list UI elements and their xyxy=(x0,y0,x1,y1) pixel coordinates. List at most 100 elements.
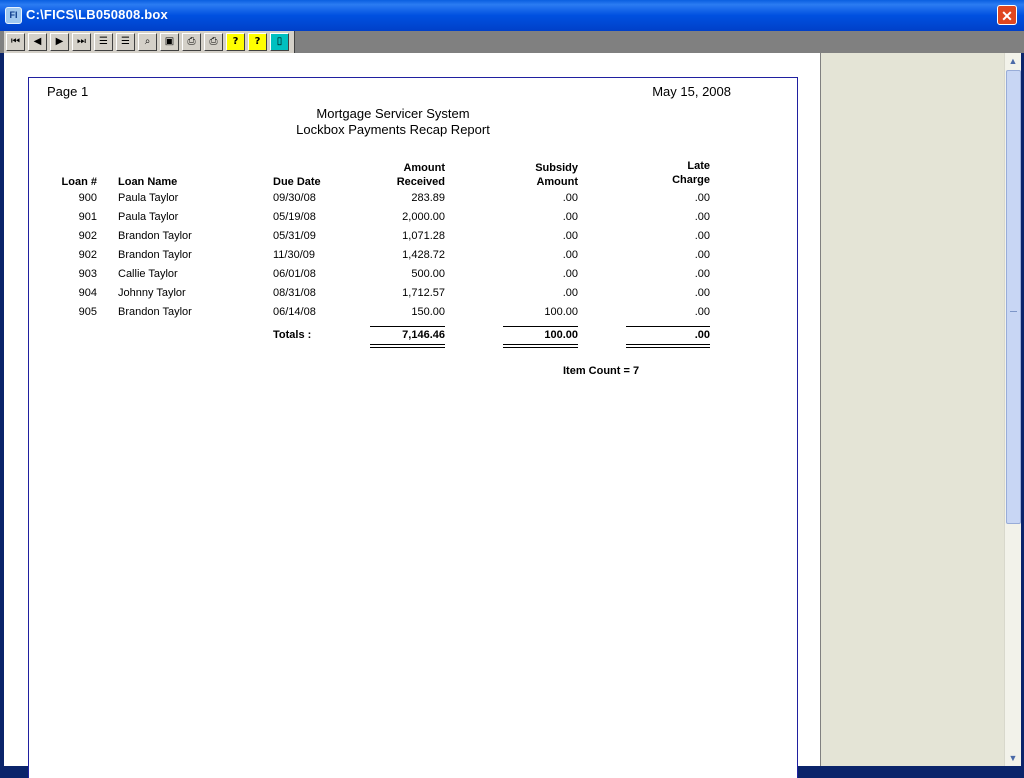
help-topics-icon: ? xyxy=(254,36,261,47)
cell-late-charge: .00 xyxy=(694,287,710,299)
cell-loan-number: 905 xyxy=(78,306,97,318)
cell-loan-name: Paula Taylor xyxy=(118,211,179,223)
amount-subtotal-rule xyxy=(370,326,445,327)
cell-due-date: 08/31/08 xyxy=(273,287,316,299)
cell-amount-received: 500.00 xyxy=(411,268,445,280)
cell-subsidy-amount: .00 xyxy=(562,211,578,223)
cell-late-charge: .00 xyxy=(694,192,710,204)
cell-amount-received: 1,071.28 xyxy=(402,230,445,242)
print-setup-button[interactable]: ⎙ xyxy=(182,33,201,51)
cell-due-date: 11/30/09 xyxy=(273,249,316,261)
next-page-button[interactable]: ▶ xyxy=(50,33,69,51)
cell-due-date: 06/01/08 xyxy=(273,268,316,280)
report-page: Page 1 May 15, 2008 Mortgage Servicer Sy… xyxy=(28,77,798,778)
document-viewer-icon[interactable]: FI xyxy=(5,7,22,24)
subsidy-total-double-rule xyxy=(503,344,578,348)
report-date: May 15, 2008 xyxy=(652,84,731,99)
cell-amount-received: 283.89 xyxy=(411,192,445,204)
scroll-up-arrow-icon[interactable]: ▲ xyxy=(1005,53,1021,69)
title-bar[interactable]: FI C:\FICS\LB050808.box ✕ xyxy=(0,0,1024,31)
cell-subsidy-amount: .00 xyxy=(562,192,578,204)
page-button[interactable]: ☰ xyxy=(94,33,113,51)
report-title: Mortgage Servicer System xyxy=(316,106,470,121)
find-button[interactable]: ⌕ xyxy=(138,33,157,51)
amount-total-double-rule xyxy=(370,344,445,348)
cell-loan-number: 903 xyxy=(78,268,97,280)
help-button[interactable]: ? xyxy=(226,33,245,51)
first-page-button[interactable]: ⏮ xyxy=(6,33,25,51)
toolbar: ⏮ ◀ ▶ ⏭ ☰ ☰ ⌕ ▣ ⎙ ⎙?? ▯ xyxy=(0,31,1024,53)
subsidy-subtotal-rule xyxy=(503,326,578,327)
viewer-background-pane xyxy=(821,53,1004,766)
print-button[interactable]: ⎙ xyxy=(204,33,223,51)
help-topics-button[interactable]: ? xyxy=(248,33,267,51)
viewer-client-area: Page 1 May 15, 2008 Mortgage Servicer Sy… xyxy=(4,53,1021,778)
scroll-down-arrow-icon[interactable]: ▼ xyxy=(1005,750,1021,766)
cell-late-charge: .00 xyxy=(694,230,710,242)
prev-page-icon: ◀ xyxy=(33,36,42,47)
total-subsidy: 100.00 xyxy=(544,329,578,341)
window-title: C:\FICS\LB050808.box xyxy=(26,7,168,22)
cell-amount-received: 1,428.72 xyxy=(402,249,445,261)
item-count: Item Count = 7 xyxy=(563,365,640,377)
cell-loan-number: 902 xyxy=(78,249,97,261)
cell-due-date: 05/31/09 xyxy=(273,230,316,242)
header-amount-line2: Received xyxy=(396,176,445,188)
first-page-icon: ⏮ xyxy=(11,36,20,47)
cell-due-date: 05/19/08 xyxy=(273,211,316,223)
cell-amount-received: 1,712.57 xyxy=(402,287,445,299)
cell-subsidy-amount: .00 xyxy=(562,287,578,299)
exit-icon: ▯ xyxy=(276,36,283,47)
print-icon: ⎙ xyxy=(209,36,218,47)
total-late-charge: .00 xyxy=(694,329,710,341)
exit-button[interactable]: ▯ xyxy=(270,33,289,51)
report-subtitle: Lockbox Payments Recap Report xyxy=(296,122,490,137)
header-loan-number: Loan # xyxy=(61,176,97,188)
late-total-double-rule xyxy=(626,344,710,348)
vertical-scrollbar[interactable]: ▲ ▼ xyxy=(1004,53,1021,766)
cell-late-charge: .00 xyxy=(694,306,710,318)
cell-late-charge: .00 xyxy=(694,211,710,223)
last-page-icon: ⏭ xyxy=(77,36,86,47)
last-page-button[interactable]: ⏭ xyxy=(72,33,91,51)
cell-loan-number: 902 xyxy=(78,230,97,242)
scrollbar-grip-icon xyxy=(1010,311,1017,313)
save-button[interactable]: ▣ xyxy=(160,33,179,51)
cell-loan-name: Brandon Taylor xyxy=(118,230,192,242)
cell-due-date: 06/14/08 xyxy=(273,306,316,318)
cell-subsidy-amount: .00 xyxy=(562,268,578,280)
cell-subsidy-amount: 100.00 xyxy=(544,306,578,318)
cell-loan-name: Brandon Taylor xyxy=(118,249,192,261)
header-late-line1: Late xyxy=(687,160,710,172)
header-late-line2: Charge xyxy=(672,174,710,186)
cell-loan-number: 901 xyxy=(78,211,97,223)
scrollbar-thumb[interactable] xyxy=(1006,70,1021,524)
cell-loan-name: Paula Taylor xyxy=(118,192,179,204)
header-due-date: Due Date xyxy=(273,176,321,188)
total-amount: 7,146.46 xyxy=(402,329,445,341)
late-subtotal-rule xyxy=(626,326,710,327)
pages-button[interactable]: ☰ xyxy=(116,33,135,51)
close-button[interactable]: ✕ xyxy=(997,5,1017,25)
page-number: Page 1 xyxy=(47,84,89,99)
save-icon: ▣ xyxy=(164,36,175,47)
cell-loan-name: Johnny Taylor xyxy=(118,287,186,299)
next-page-icon: ▶ xyxy=(55,36,64,47)
cell-loan-number: 904 xyxy=(78,287,97,299)
report-page-area: Page 1 May 15, 2008 Mortgage Servicer Sy… xyxy=(4,53,821,778)
pages-icon: ☰ xyxy=(121,36,130,47)
header-loan-name: Loan Name xyxy=(118,176,178,188)
cell-loan-number: 900 xyxy=(78,192,97,204)
cell-subsidy-amount: .00 xyxy=(562,230,578,242)
cell-late-charge: .00 xyxy=(694,249,710,261)
header-amount-line1: Amount xyxy=(403,162,445,174)
toolbar-button-group: ⏮ ◀ ▶ ⏭ ☰ ☰ ⌕ ▣ ⎙ ⎙?? ▯ xyxy=(4,31,295,53)
cell-late-charge: .00 xyxy=(694,268,710,280)
find-icon: ⌕ xyxy=(144,36,151,47)
cell-loan-name: Callie Taylor xyxy=(118,268,178,280)
cell-subsidy-amount: .00 xyxy=(562,249,578,261)
cell-amount-received: 2,000.00 xyxy=(402,211,445,223)
totals-label: Totals : xyxy=(273,329,312,341)
cell-due-date: 09/30/08 xyxy=(273,192,316,204)
prev-page-button[interactable]: ◀ xyxy=(28,33,47,51)
